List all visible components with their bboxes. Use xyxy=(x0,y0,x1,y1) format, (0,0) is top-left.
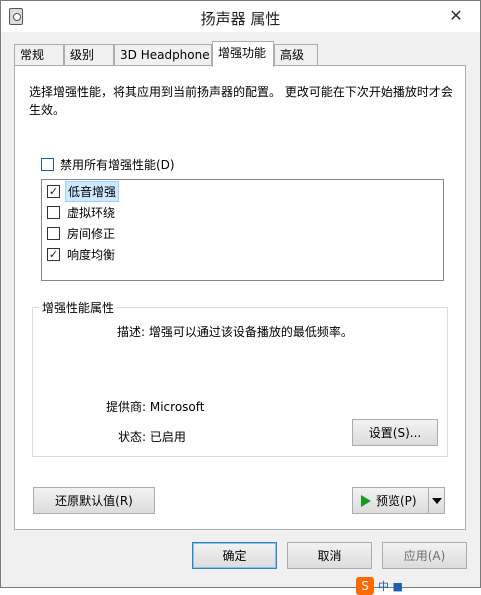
tab-advanced[interactable]: 高级 xyxy=(274,44,318,66)
preview-button[interactable]: 预览(P) xyxy=(352,487,429,514)
watermark-logo-icon: S xyxy=(356,577,374,595)
status-text: 状态: 已启用 xyxy=(118,430,186,444)
bass-boost-checkbox[interactable]: ✓ xyxy=(47,184,60,198)
settings-button[interactable]: 设置(S)... xyxy=(352,419,438,446)
apply-button[interactable]: 应用(A) xyxy=(382,542,467,569)
list-item-loudness-equalization[interactable]: ✓ 响度均衡 xyxy=(47,245,117,263)
watermark-text: 中 ■ xyxy=(378,580,403,593)
virtual-surround-label: 虚拟环绕 xyxy=(67,205,116,220)
room-correction-label: 房间修正 xyxy=(67,226,116,241)
provider-text: 提供商: Microsoft xyxy=(106,400,205,414)
speaker-properties-dialog: 扬声器 属性 ✕ 常规 级别 3D Headphone 增强功能 高级 选择增强… xyxy=(0,0,481,595)
title-bar[interactable]: 扬声器 属性 ✕ xyxy=(1,1,480,32)
room-correction-checkbox[interactable] xyxy=(47,226,60,240)
play-icon xyxy=(361,494,371,507)
loudness-equalization-label: 响度均衡 xyxy=(67,247,116,262)
list-item-bass-boost[interactable]: ✓ 低音增强 xyxy=(47,180,120,202)
enhancements-list[interactable]: ✓ 低音增强 虚拟环绕 房间修正 ✓ 响度均衡 xyxy=(41,179,444,281)
bass-boost-label: 低音增强 xyxy=(65,180,120,202)
chevron-down-icon xyxy=(431,497,442,504)
window-title: 扬声器 属性 xyxy=(200,10,281,28)
watermark: S 中 ■ xyxy=(356,577,403,595)
enhancement-properties-title: 增强性能属性 xyxy=(39,299,118,316)
preview-label: 预览(P) xyxy=(376,494,417,508)
list-item-room-correction[interactable]: 房间修正 xyxy=(47,224,117,242)
enhancements-panel xyxy=(14,65,466,530)
preview-dropdown-button[interactable] xyxy=(428,487,445,514)
virtual-surround-checkbox[interactable] xyxy=(47,205,60,219)
ok-button[interactable]: 确定 xyxy=(192,542,277,569)
disable-all-label: 禁用所有增强性能(D) xyxy=(60,158,175,172)
disable-all-checkbox[interactable] xyxy=(41,158,54,171)
cancel-button[interactable]: 取消 xyxy=(287,542,372,569)
tab-3d-headphone[interactable]: 3D Headphone xyxy=(114,44,212,66)
enhancements-description: 选择增强性能，将其应用到当前扬声器的配置。 更改可能在下次开始播放时才会生效。 xyxy=(29,85,453,117)
loudness-equalization-checkbox[interactable]: ✓ xyxy=(47,247,60,261)
tab-general[interactable]: 常规 xyxy=(14,44,64,66)
close-icon[interactable]: ✕ xyxy=(440,4,472,26)
disable-all-option[interactable]: 禁用所有增强性能(D) xyxy=(41,157,175,172)
list-item-virtual-surround[interactable]: 虚拟环绕 xyxy=(47,203,117,221)
tab-enhancements[interactable]: 增强功能 xyxy=(212,41,274,67)
restore-defaults-button[interactable]: 还原默认值(R) xyxy=(33,487,155,514)
tab-levels[interactable]: 级别 xyxy=(64,44,114,66)
enhancement-description-text: 描述: 增强可以通过该设备播放的最低频率。 xyxy=(117,325,353,339)
